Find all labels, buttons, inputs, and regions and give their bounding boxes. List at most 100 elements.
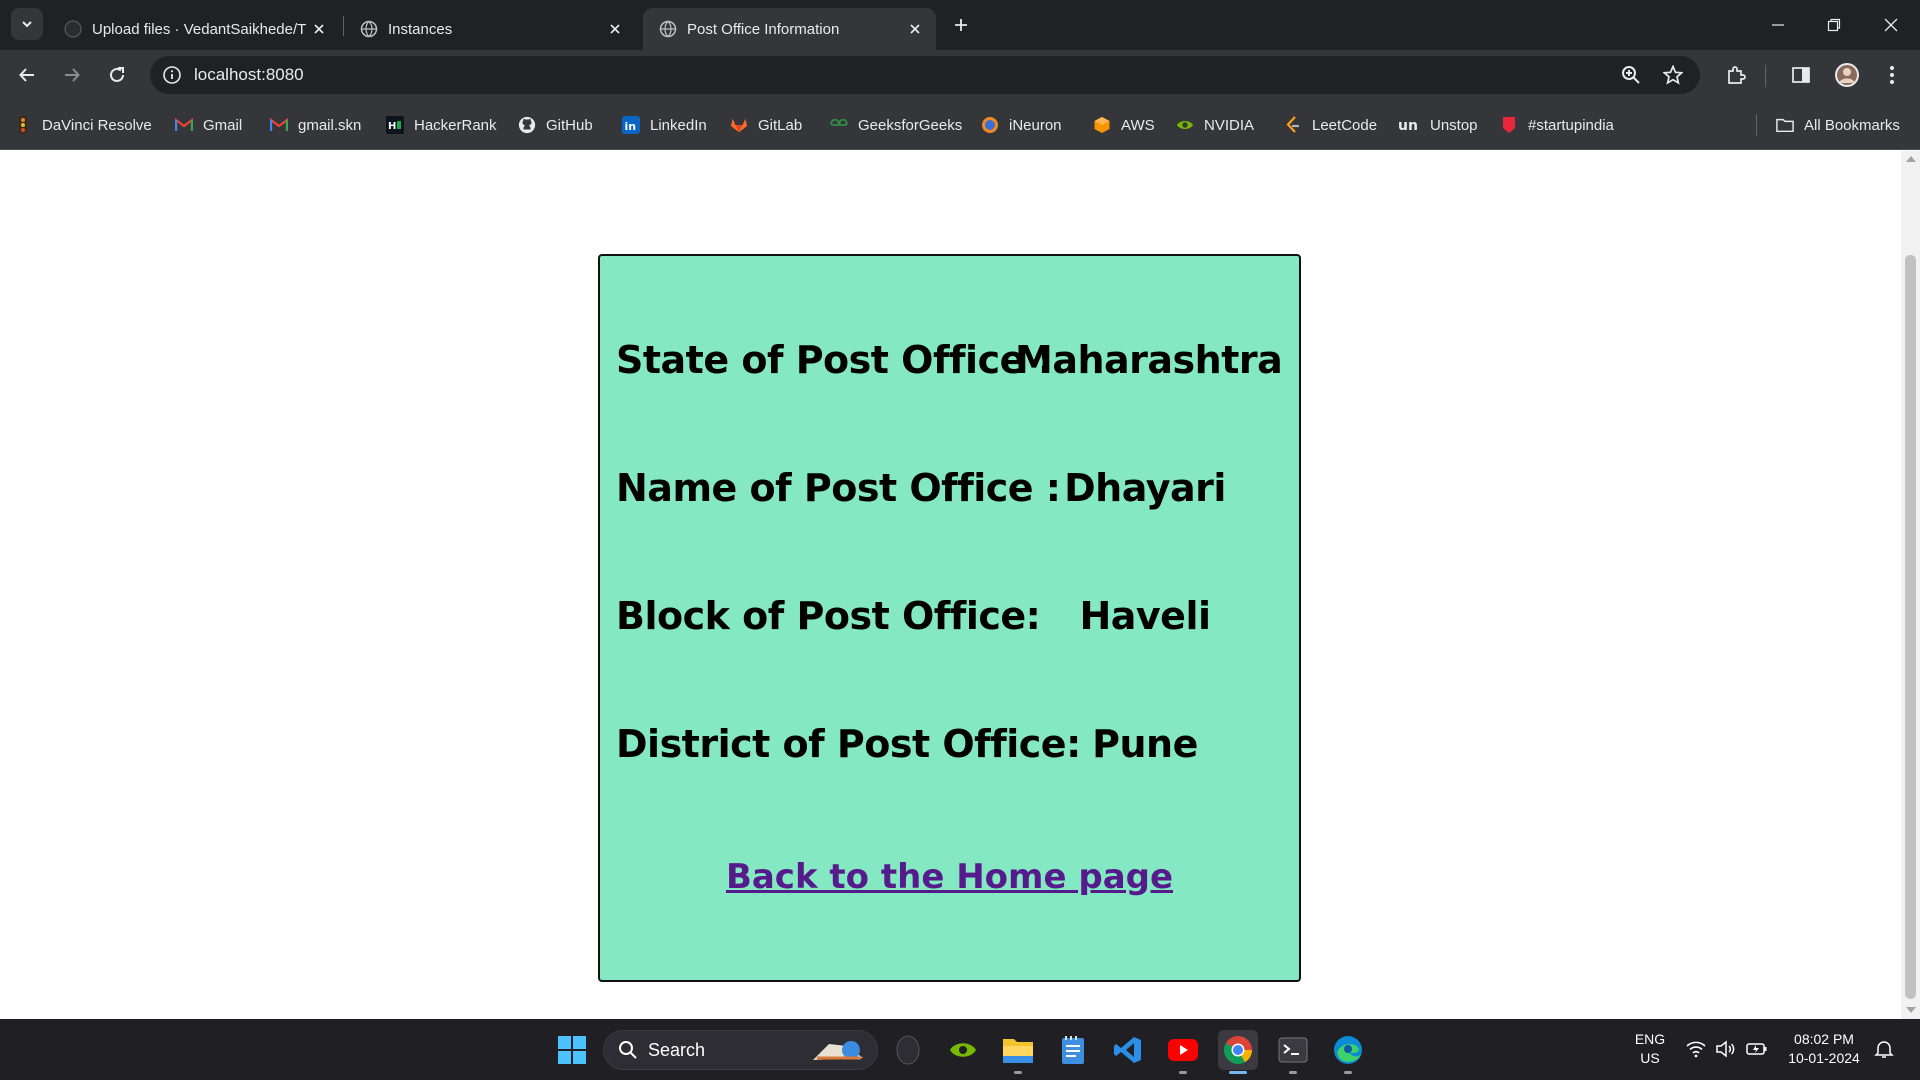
svg-text:H: H bbox=[388, 121, 396, 132]
search-icon bbox=[619, 1041, 637, 1059]
bookmark-gmail[interactable]: Gmail bbox=[175, 114, 242, 136]
bookmark-ineuron[interactable]: iNeuron bbox=[981, 114, 1062, 136]
davinci-icon bbox=[14, 116, 32, 134]
taskbar-app-alienware[interactable] bbox=[888, 1030, 928, 1070]
back-button[interactable] bbox=[11, 59, 43, 91]
geeksforgeeks-icon bbox=[830, 116, 848, 134]
taskbar-search[interactable]: Search bbox=[603, 1030, 878, 1070]
start-button[interactable] bbox=[552, 1030, 592, 1070]
bookmark-label: Gmail bbox=[203, 116, 243, 134]
all-bookmarks-button[interactable]: All Bookmarks bbox=[1776, 114, 1900, 136]
chevron-down-icon bbox=[22, 21, 32, 28]
all-bookmarks-label: All Bookmarks bbox=[1804, 116, 1900, 134]
windows-taskbar: Search ENG US 08:02 PM 10-01-2024 bbox=[0, 1019, 1920, 1080]
gmail-icon bbox=[270, 116, 288, 134]
startupindia-icon bbox=[1500, 116, 1518, 134]
url-text[interactable]: localhost:8080 bbox=[194, 65, 304, 85]
close-icon[interactable] bbox=[902, 16, 928, 42]
forward-button[interactable] bbox=[56, 59, 88, 91]
running-indicator bbox=[1289, 1071, 1297, 1074]
bookmark-aws[interactable]: AWS bbox=[1093, 114, 1155, 136]
toolbar-divider bbox=[1765, 65, 1766, 87]
bookmark-label: NVIDIA bbox=[1204, 116, 1255, 134]
new-tab-button[interactable] bbox=[946, 10, 976, 40]
github-icon bbox=[518, 116, 536, 134]
bookmark-startupindia[interactable]: #startupindia bbox=[1500, 114, 1614, 136]
name-label: Name of Post Office : bbox=[616, 466, 1061, 510]
bookmark-gitlab[interactable]: GitLab bbox=[730, 114, 802, 136]
bookmark-label: #startupindia bbox=[1528, 116, 1614, 134]
bookmark-hackerrank[interactable]: H HackerRank bbox=[386, 114, 497, 136]
taskbar-app-youtube[interactable] bbox=[1163, 1030, 1203, 1074]
taskbar-app-edge[interactable] bbox=[1328, 1030, 1368, 1074]
minimize-button[interactable] bbox=[1749, 0, 1807, 50]
bookmark-label: HackerRank bbox=[414, 116, 497, 134]
bookmark-label: GitLab bbox=[758, 116, 803, 134]
arrow-right-icon bbox=[65, 68, 80, 82]
close-icon bbox=[1884, 18, 1898, 32]
close-icon[interactable] bbox=[602, 16, 628, 42]
volume-icon[interactable] bbox=[1715, 1040, 1735, 1058]
bookmark-unstop[interactable]: un Unstop bbox=[1398, 114, 1478, 136]
block-label: Block of Post Office: bbox=[616, 594, 1041, 638]
side-panel-icon[interactable] bbox=[1785, 59, 1817, 91]
tab-instances[interactable]: Instances bbox=[344, 8, 636, 50]
reload-button[interactable] bbox=[101, 59, 133, 91]
taskbar-app-nvidia[interactable] bbox=[943, 1030, 983, 1070]
close-icon[interactable] bbox=[306, 16, 332, 42]
bookmark-nvidia[interactable]: NVIDIA bbox=[1176, 114, 1254, 136]
alien-icon bbox=[896, 1035, 920, 1065]
scroll-up-arrow[interactable] bbox=[1906, 156, 1916, 162]
extensions-icon[interactable] bbox=[1720, 59, 1752, 91]
taskbar-app-file-explorer[interactable] bbox=[998, 1030, 1038, 1074]
close-window-button[interactable] bbox=[1862, 0, 1920, 50]
bookmark-star-icon[interactable] bbox=[1657, 59, 1689, 91]
taskbar-app-vscode[interactable] bbox=[1108, 1030, 1148, 1070]
bookmark-gmail-skn[interactable]: gmail.skn bbox=[270, 114, 361, 136]
bookmark-github[interactable]: GitHub bbox=[518, 114, 593, 136]
tab-title: Instances bbox=[388, 20, 453, 38]
github-icon bbox=[64, 20, 82, 38]
tab-post-office-information[interactable]: Post Office Information bbox=[643, 8, 936, 50]
gmail-icon bbox=[175, 116, 193, 134]
search-label: Search bbox=[648, 1039, 706, 1060]
ineuron-icon bbox=[981, 116, 999, 134]
district-label: District of Post Office: bbox=[616, 722, 1081, 766]
block-value: Haveli bbox=[1079, 594, 1211, 638]
restore-button[interactable] bbox=[1805, 0, 1863, 50]
taskbar-app-notepad[interactable] bbox=[1053, 1030, 1093, 1070]
taskbar-app-chrome[interactable] bbox=[1218, 1030, 1258, 1074]
bookmark-geeksforgeeks[interactable]: GeeksforGeeks bbox=[830, 114, 962, 136]
clock[interactable]: 08:02 PM 10-01-2024 bbox=[1784, 1030, 1864, 1068]
youtube-icon bbox=[1168, 1039, 1198, 1061]
bookmarks-divider bbox=[1756, 114, 1757, 136]
running-indicator bbox=[1229, 1071, 1247, 1074]
page-scrollbar[interactable] bbox=[1901, 151, 1920, 1019]
vscode-icon bbox=[1114, 1037, 1141, 1063]
taskbar-app-terminal[interactable] bbox=[1273, 1030, 1313, 1074]
site-info-icon[interactable] bbox=[162, 65, 182, 85]
bookmark-linkedin[interactable]: in LinkedIn bbox=[622, 114, 707, 136]
language-indicator[interactable]: ENG US bbox=[1630, 1030, 1670, 1068]
back-to-home-link[interactable]: Back to the Home page bbox=[600, 857, 1299, 897]
browser-toolbar: localhost:8080 bbox=[0, 50, 1920, 100]
profile-avatar[interactable] bbox=[1831, 59, 1863, 91]
aws-icon bbox=[1093, 116, 1111, 134]
bookmark-davinci-resolve[interactable]: DaVinci Resolve bbox=[14, 114, 152, 136]
tab-search-button[interactable] bbox=[11, 8, 43, 40]
notification-icon[interactable] bbox=[1874, 1039, 1894, 1059]
tab-upload-files[interactable]: Upload files · VedantSaikhede/T bbox=[48, 8, 340, 50]
battery-icon[interactable] bbox=[1746, 1041, 1768, 1057]
bookmark-label: gmail.skn bbox=[298, 116, 362, 134]
chrome-icon bbox=[1224, 1036, 1252, 1064]
zoom-icon[interactable] bbox=[1615, 59, 1647, 91]
menu-button[interactable] bbox=[1876, 59, 1908, 91]
address-bar[interactable]: localhost:8080 bbox=[150, 56, 1700, 94]
district-value: Pune bbox=[1092, 722, 1198, 766]
bookmark-label: LeetCode bbox=[1312, 116, 1378, 134]
tab-title: Post Office Information bbox=[687, 20, 840, 38]
bookmark-leetcode[interactable]: LeetCode bbox=[1284, 114, 1377, 136]
wifi-icon[interactable] bbox=[1686, 1040, 1706, 1058]
scroll-thumb[interactable] bbox=[1905, 255, 1916, 999]
scroll-down-arrow[interactable] bbox=[1906, 1007, 1916, 1013]
